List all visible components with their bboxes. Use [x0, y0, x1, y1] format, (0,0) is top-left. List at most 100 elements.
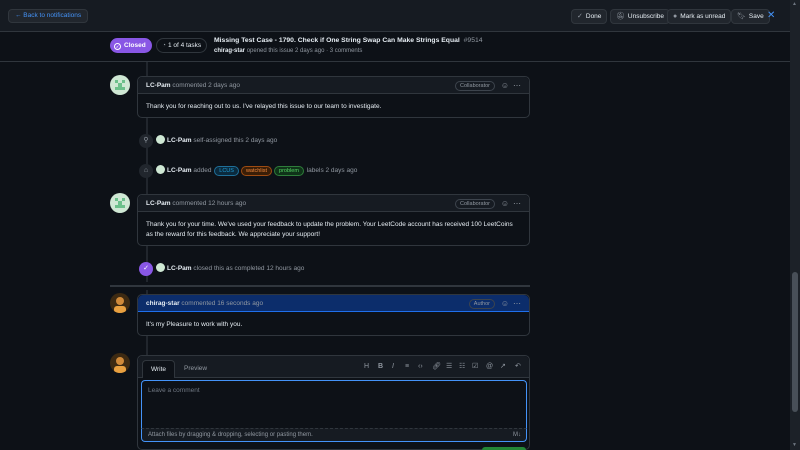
event-verb: added [193, 167, 212, 174]
unordered-list-icon[interactable]: ☰ [446, 362, 452, 372]
event-text: LC-Pam added LCUS watchlist problem labels… [156, 164, 357, 178]
link-icon[interactable]: 🔗︎ [432, 362, 441, 372]
smiley-icon[interactable]: ☺ [501, 295, 509, 312]
code-icon[interactable]: ‹› [418, 362, 423, 372]
check-icon: ✓ [577, 13, 583, 20]
page-scrollbar[interactable]: ▲ ▼ [790, 0, 800, 450]
comment-timestamp[interactable]: commented 12 hours ago [172, 200, 246, 207]
done-button[interactable]: ✓ Done [571, 9, 608, 24]
comment-timestamp[interactable]: commented 2 days ago [172, 82, 240, 89]
mention-icon[interactable]: @ [486, 362, 493, 372]
check-circle-icon: ✓ [114, 43, 121, 50]
undo-icon[interactable]: ↶ [515, 362, 521, 372]
heading-icon[interactable]: H [364, 362, 369, 372]
done-label: Done [585, 13, 602, 20]
progress-circle-icon: ◔ [162, 42, 166, 49]
comment-input[interactable] [141, 380, 527, 428]
role-badge: Collaborator [455, 81, 495, 91]
task-list-icon[interactable]: ☑ [472, 362, 478, 372]
comment-card: LC-Pam commented 12 hours ago Collaborat… [137, 194, 530, 246]
ordered-list-icon[interactable]: ☷ [459, 362, 465, 372]
attach-files-text: Attach files by dragging & dropping, sel… [148, 432, 313, 438]
comment-body: It's my Pleasure to work with you. [146, 321, 243, 328]
event-description: labels 2 days ago [306, 167, 358, 174]
comment-header: LC-Pam commented 2 days ago Collaborator… [138, 77, 529, 94]
avatar[interactable] [110, 293, 130, 313]
label-lcus[interactable]: LCUS [214, 166, 239, 176]
smiley-icon[interactable]: ☺ [501, 77, 509, 94]
avatar[interactable] [156, 263, 165, 272]
save-label: Save [748, 13, 764, 20]
mark-unread-label: Mark as unread [680, 13, 726, 20]
event-description: self-assigned this 2 days ago [193, 137, 278, 144]
markdown-icon: M↓ [513, 432, 521, 438]
issue-header: ✓ Closed ◔ 1 of 4 tasks Missing Test Case … [0, 32, 790, 62]
event-actor-link[interactable]: LC-Pam [167, 167, 192, 174]
save-button[interactable]: 🔖︎ Save [731, 9, 770, 24]
user-photo-icon [114, 357, 126, 373]
tasks-progress-badge[interactable]: ◔ 1 of 4 tasks [156, 38, 208, 53]
issue-meta: chirag-star opened this issue 2 days ago… [214, 48, 362, 54]
unsubscribe-button[interactable]: 🔕︎ Unsubscribe [610, 9, 671, 24]
avatar[interactable] [156, 135, 165, 144]
role-badge: Collaborator [455, 199, 495, 209]
event-actor-link[interactable]: LC-Pam [167, 265, 192, 272]
issue-number: #9514 [463, 37, 483, 44]
person-icon: ⚲ [139, 134, 153, 148]
timeline-divider [110, 285, 530, 287]
issue-meta-text: opened this issue 2 days ago · 3 comment… [246, 48, 363, 54]
issue-state-badge: ✓ Closed [110, 38, 152, 53]
issue-title-text: Missing Test Case - 1790. Check if One S… [214, 37, 460, 44]
label-problem[interactable]: problem [274, 166, 304, 176]
kebab-menu-icon[interactable]: ⋯ [513, 295, 521, 312]
tab-write[interactable]: Write [142, 360, 176, 378]
issue-author-link[interactable]: chirag-star [214, 48, 245, 54]
kebab-menu-icon[interactable]: ⋯ [513, 195, 521, 212]
avatar [110, 353, 130, 373]
dot-icon: ● [673, 13, 678, 20]
attach-files-zone[interactable]: Attach files by dragging & dropping, sel… [141, 428, 527, 442]
issue-title[interactable]: Missing Test Case - 1790. Check if One S… [214, 37, 483, 44]
identicon-icon [115, 198, 125, 208]
comment-author-link[interactable]: LC-Pam [146, 82, 171, 89]
avatar[interactable] [110, 75, 130, 95]
avatar[interactable] [110, 193, 130, 213]
comment-card: chirag-star commented 16 seconds ago Aut… [137, 294, 530, 336]
role-badge: Author [468, 299, 495, 309]
bookmark-icon: 🔖︎ [737, 13, 746, 20]
state-label: Closed [124, 42, 146, 49]
user-photo-icon [114, 297, 126, 313]
identicon-icon [115, 80, 125, 90]
avatar[interactable] [156, 165, 165, 174]
event-text: LC-Pam self-assigned this 2 days ago [156, 134, 277, 148]
comment-author-link[interactable]: chirag-star [146, 300, 180, 307]
comment-header: chirag-star commented 16 seconds ago Aut… [138, 295, 529, 312]
bell-slash-icon: 🔕︎ [616, 13, 625, 20]
tasks-label: 1 of 4 tasks [167, 42, 202, 49]
italic-icon[interactable]: I [392, 362, 394, 372]
comment-card: LC-Pam commented 2 days ago Collaborator… [137, 76, 530, 118]
smiley-icon[interactable]: ☺ [501, 195, 509, 212]
kebab-menu-icon[interactable]: ⋯ [513, 77, 521, 94]
unsubscribe-label: Unsubscribe [627, 13, 665, 20]
back-to-notifications-button[interactable]: ← Back to notifications [8, 9, 89, 23]
scroll-up-icon[interactable]: ▲ [792, 1, 797, 7]
event-text: LC-Pam closed this as completed 12 hours… [156, 262, 304, 276]
tab-preview[interactable]: Preview [176, 360, 215, 378]
event-actor-link[interactable]: LC-Pam [167, 137, 192, 144]
comment-timestamp[interactable]: commented 16 seconds ago [181, 300, 263, 307]
editor-tabs: Write Preview H B I ≡ ‹› 🔗︎ ☰ ☷ ☑ @ ↗ ↶ [138, 356, 529, 378]
comment-author-link[interactable]: LC-Pam [146, 200, 171, 207]
bold-icon[interactable]: B [378, 362, 383, 372]
comment-body: Thank you for reaching out to us. I've r… [146, 103, 382, 110]
comment-editor: Write Preview H B I ≡ ‹› 🔗︎ ☰ ☷ ☑ @ ↗ ↶ … [137, 355, 530, 450]
close-icon[interactable]: ✕ [767, 9, 775, 23]
cross-reference-icon[interactable]: ↗ [500, 362, 506, 372]
label-watchlist[interactable]: watchlist [240, 166, 273, 176]
quote-icon[interactable]: ≡ [405, 362, 409, 372]
mark-as-unread-button[interactable]: ● Mark as unread [667, 9, 732, 24]
scrollbar-thumb[interactable] [792, 272, 798, 412]
event-description: closed this as completed 12 hours ago [193, 265, 305, 272]
comment-header: LC-Pam commented 12 hours ago Collaborat… [138, 195, 529, 212]
scroll-down-icon[interactable]: ▼ [792, 442, 797, 448]
